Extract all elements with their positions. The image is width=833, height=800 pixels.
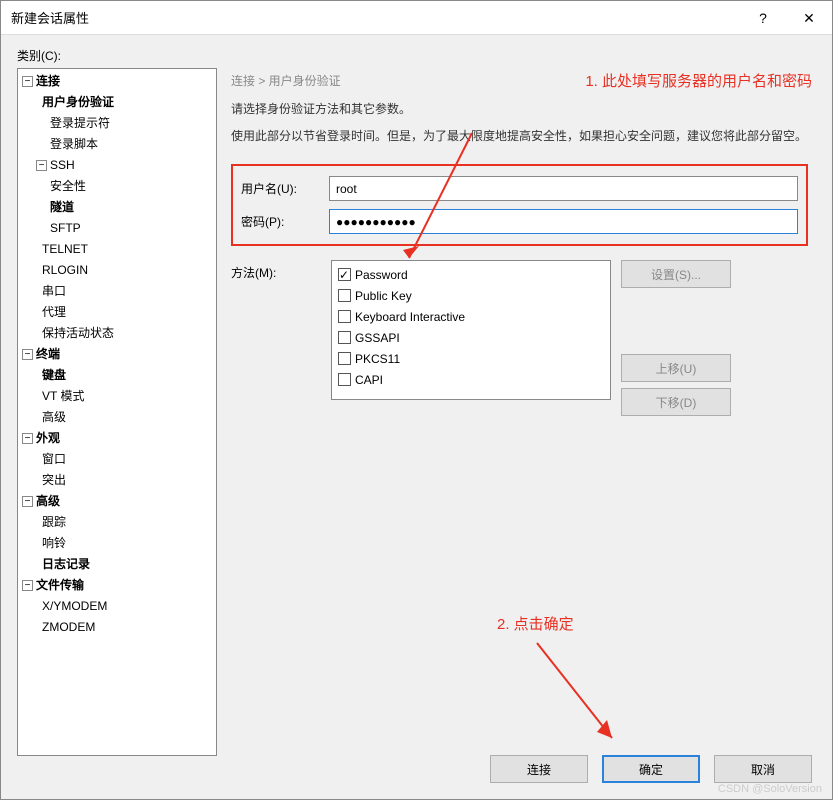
method-capi[interactable]: CAPI <box>338 370 604 391</box>
username-row: 用户名(U): <box>241 176 798 201</box>
tree-item-connection[interactable]: −连接 用户身份验证 登录提示符 登录脚本 −SSH 安全性 <box>22 71 214 344</box>
tree-item-popup[interactable]: 突出 <box>36 470 214 491</box>
username-input[interactable] <box>329 176 798 201</box>
checkbox-icon[interactable] <box>338 289 351 302</box>
dialog-title: 新建会话属性 <box>11 8 89 27</box>
password-label: 密码(P): <box>241 213 329 230</box>
tree-item-log[interactable]: 日志记录 <box>36 554 214 575</box>
window-controls: ? ✕ <box>740 1 832 35</box>
collapse-icon[interactable]: − <box>22 76 33 87</box>
tree-item-window[interactable]: 窗口 <box>36 449 214 470</box>
description-1: 请选择身份验证方法和其它参数。 <box>231 100 808 119</box>
method-list[interactable]: Password Public Key Keyboard Interactive… <box>331 260 611 400</box>
move-down-button[interactable]: 下移(D) <box>621 388 731 416</box>
right-panel: 连接 > 用户身份验证 请选择身份验证方法和其它参数。 使用此部分以节省登录时间… <box>227 68 816 756</box>
footer-buttons: 连接 确定 取消 <box>490 755 812 783</box>
tree-item-login-script[interactable]: 登录脚本 <box>50 134 214 155</box>
collapse-icon[interactable]: − <box>22 349 33 360</box>
cancel-button[interactable]: 取消 <box>714 755 812 783</box>
tree-item-xymodem[interactable]: X/YMODEM <box>36 596 214 617</box>
tree-item-bell[interactable]: 响铃 <box>36 533 214 554</box>
tree-item-security[interactable]: 安全性 <box>50 176 214 197</box>
tree-item-keyboard[interactable]: 键盘 <box>36 365 214 386</box>
tree-item-telnet[interactable]: TELNET <box>36 239 214 260</box>
username-label: 用户名(U): <box>241 180 329 197</box>
method-label: 方法(M): <box>231 260 331 281</box>
credentials-box: 用户名(U): 密码(P): <box>231 164 808 246</box>
category-label: 类别(C): <box>17 47 816 64</box>
collapse-icon[interactable]: − <box>22 580 33 591</box>
category-tree[interactable]: −连接 用户身份验证 登录提示符 登录脚本 −SSH 安全性 <box>17 68 217 756</box>
checkbox-icon[interactable] <box>338 268 351 281</box>
tree-item-appearance[interactable]: −外观 窗口 突出 <box>22 428 214 491</box>
collapse-icon[interactable]: − <box>22 433 33 444</box>
tree-item-auth[interactable]: 用户身份验证 登录提示符 登录脚本 <box>36 92 214 155</box>
checkbox-icon[interactable] <box>338 331 351 344</box>
collapse-icon[interactable]: − <box>22 496 33 507</box>
tree-item-advanced2[interactable]: −高级 跟踪 响铃 日志记录 <box>22 491 214 575</box>
connect-button[interactable]: 连接 <box>490 755 588 783</box>
settings-button[interactable]: 设置(S)... <box>621 260 731 288</box>
watermark: CSDN @SoloVersion <box>718 783 822 795</box>
ok-button[interactable]: 确定 <box>602 755 700 783</box>
checkbox-icon[interactable] <box>338 352 351 365</box>
tree-item-sftp[interactable]: SFTP <box>50 218 214 239</box>
password-input[interactable] <box>329 209 798 234</box>
session-properties-dialog: 新建会话属性 ? ✕ 类别(C): − 连接 用户身份验证 登录提示符 登录脚本 <box>0 0 833 800</box>
close-icon[interactable]: ✕ <box>786 1 832 35</box>
tree-item-terminal[interactable]: −终端 键盘 VT 模式 高级 <box>22 344 214 428</box>
annotation-2: 2. 点击确定 <box>497 613 574 634</box>
help-icon[interactable]: ? <box>740 1 786 35</box>
breadcrumb: 连接 > 用户身份验证 <box>231 68 808 100</box>
arrow-icon-2 <box>527 638 637 758</box>
tree-item-filetransfer[interactable]: −文件传输 X/YMODEM ZMODEM <box>22 575 214 638</box>
method-row: 方法(M): Password Public Key Keyboard Inte… <box>231 260 808 416</box>
tree-item-tunnel[interactable]: 隧道 <box>50 197 214 218</box>
tree-item-serial[interactable]: 串口 <box>36 281 214 302</box>
method-pkcs11[interactable]: PKCS11 <box>338 349 604 370</box>
method-gssapi[interactable]: GSSAPI <box>338 328 604 349</box>
checkbox-icon[interactable] <box>338 310 351 323</box>
password-row: 密码(P): <box>241 209 798 234</box>
dialog-body: 类别(C): − 连接 用户身份验证 登录提示符 登录脚本 <box>1 35 832 799</box>
tree-item-login-prompt[interactable]: 登录提示符 <box>50 113 214 134</box>
tree-item-keepalive[interactable]: 保持活动状态 <box>36 323 214 344</box>
tree-item-proxy[interactable]: 代理 <box>36 302 214 323</box>
tree-item-vtmode[interactable]: VT 模式 <box>36 386 214 407</box>
tree-item-rlogin[interactable]: RLOGIN <box>36 260 214 281</box>
tree-item-zmodem[interactable]: ZMODEM <box>36 617 214 638</box>
collapse-icon[interactable]: − <box>36 160 47 171</box>
method-buttons: 设置(S)... 上移(U) 下移(D) <box>621 260 731 416</box>
checkbox-icon[interactable] <box>338 373 351 386</box>
content-area: −连接 用户身份验证 登录提示符 登录脚本 −SSH 安全性 <box>17 68 816 756</box>
method-keyboard-interactive[interactable]: Keyboard Interactive <box>338 307 604 328</box>
tree-item-trace[interactable]: 跟踪 <box>36 512 214 533</box>
method-publickey[interactable]: Public Key <box>338 286 604 307</box>
tree-item-advanced[interactable]: 高级 <box>36 407 214 428</box>
method-password[interactable]: Password <box>338 265 604 286</box>
description-2: 使用此部分以节省登录时间。但是，为了最大限度地提高安全性，如果担心安全问题，建议… <box>231 127 808 146</box>
move-up-button[interactable]: 上移(U) <box>621 354 731 382</box>
tree-item-ssh[interactable]: −SSH 安全性 隧道 SFTP <box>36 155 214 239</box>
title-bar: 新建会话属性 ? ✕ <box>1 1 832 35</box>
